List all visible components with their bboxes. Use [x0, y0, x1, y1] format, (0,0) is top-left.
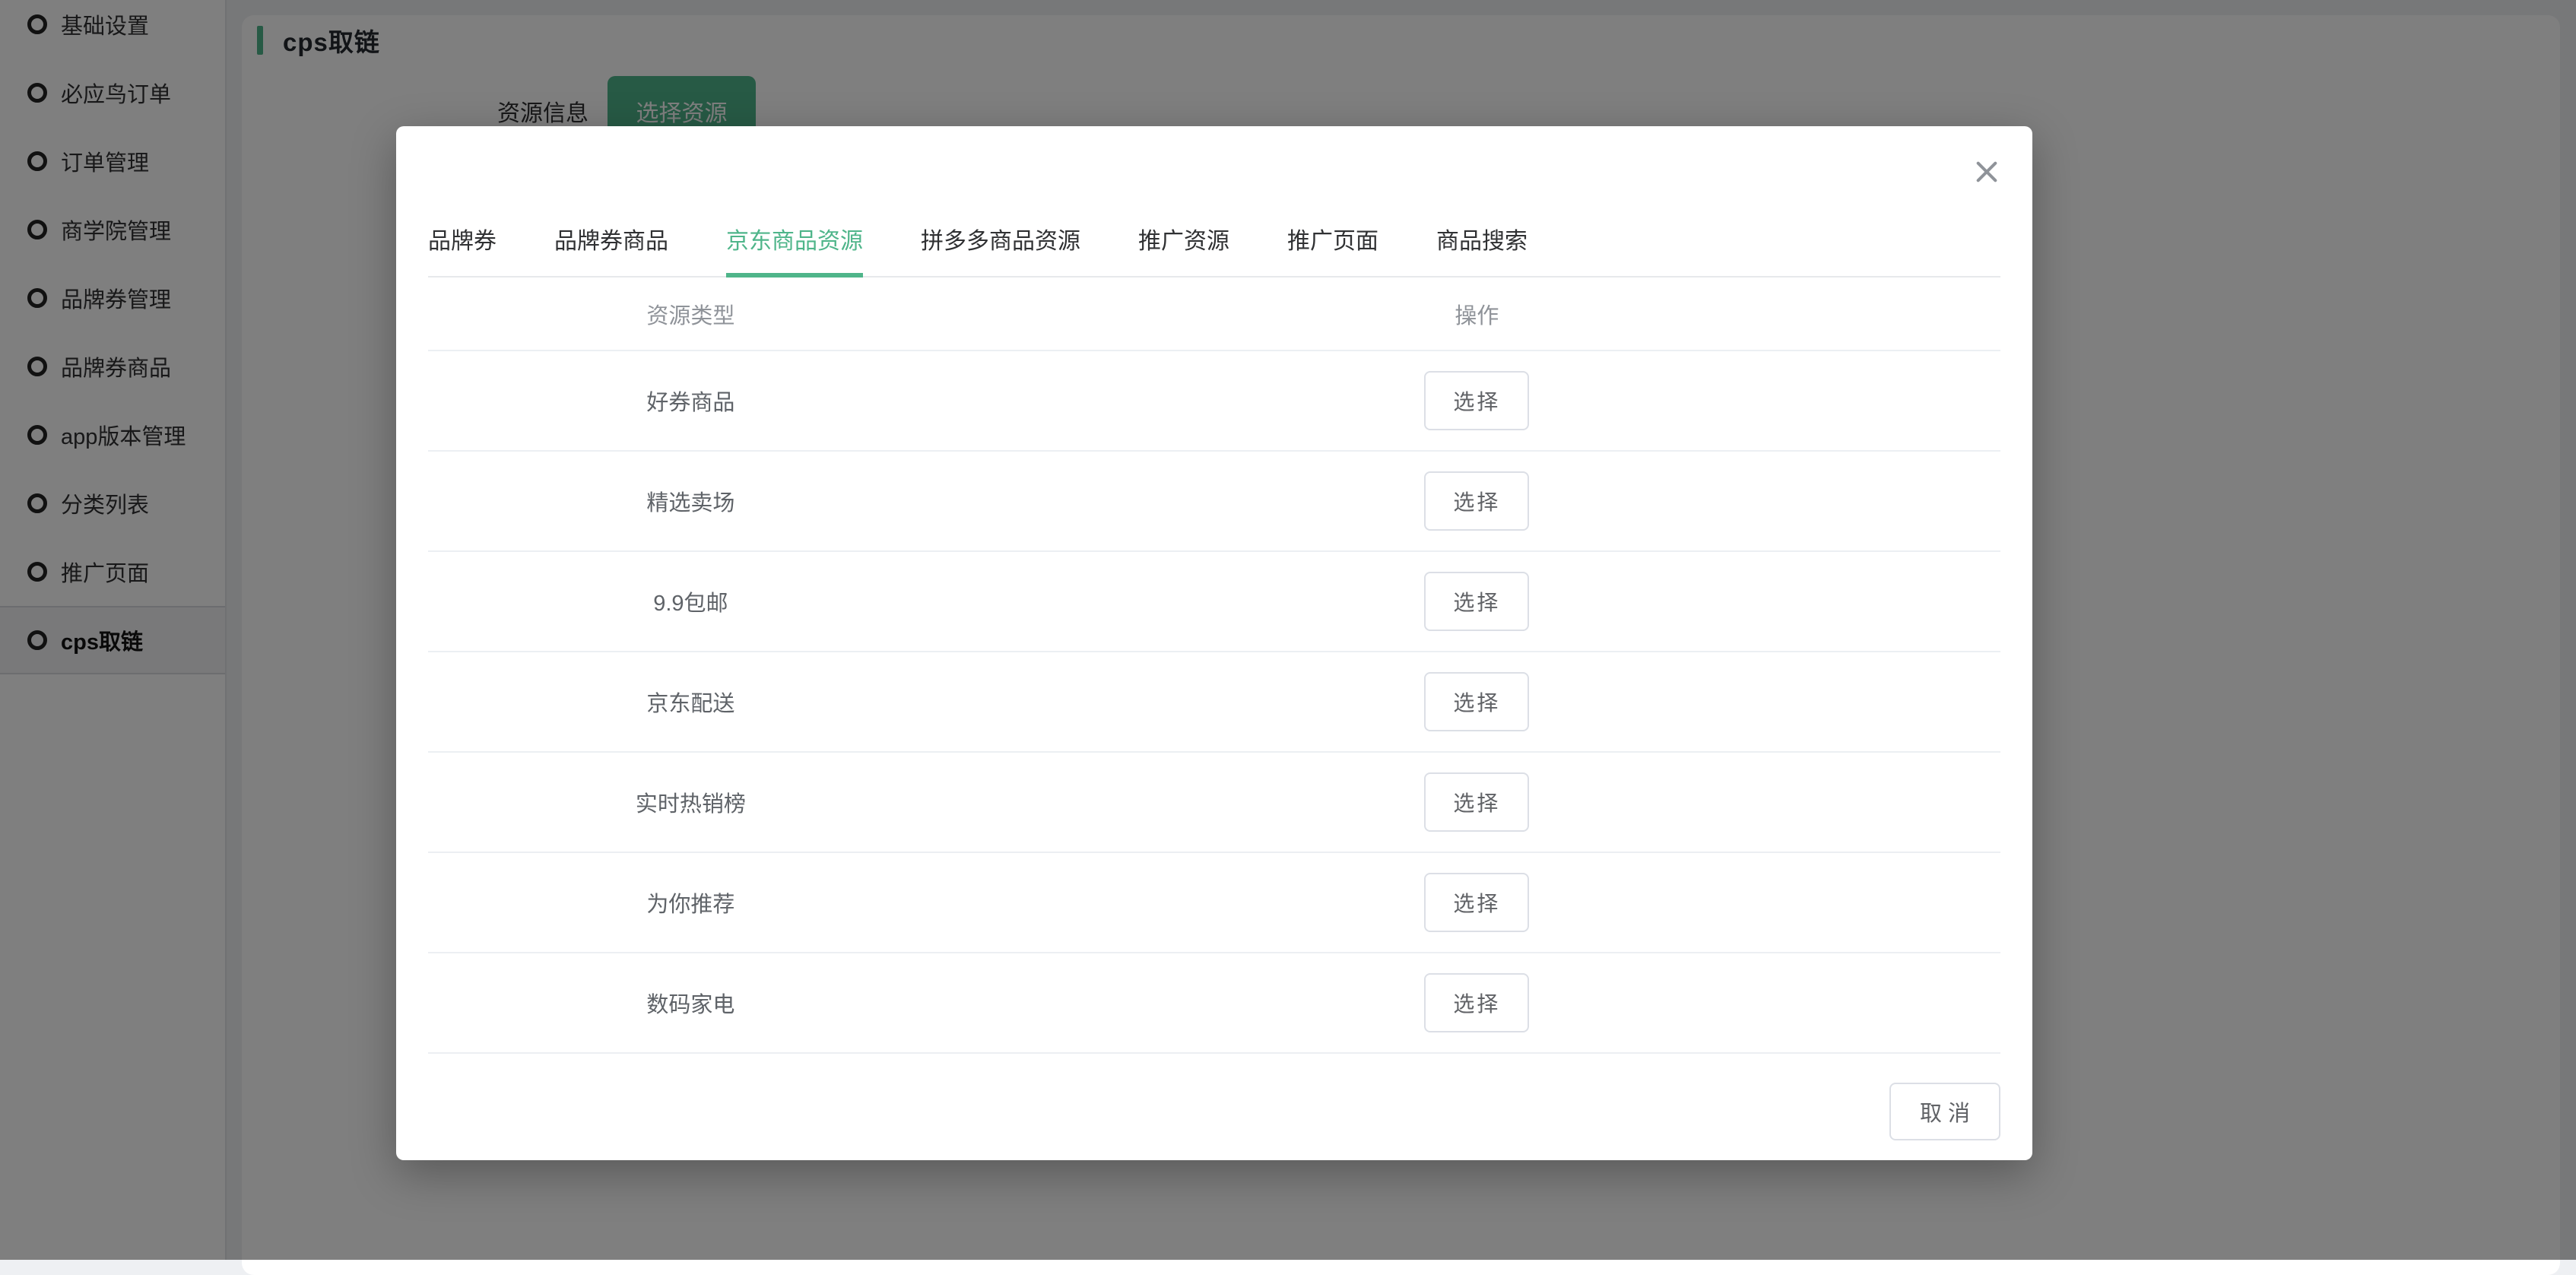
resource-table: 资源类型 操作 好券商品选择精选卖场选择9.9包邮选择京东配送选择实时热销榜选择…: [428, 278, 2000, 1054]
dialog-tab[interactable]: 商品搜索: [1436, 227, 1528, 276]
table-row: 为你推荐 选择: [428, 853, 2000, 953]
dialog-tab[interactable]: 品牌券商品: [554, 227, 668, 276]
column-header-resource-type: 资源类型: [428, 298, 953, 330]
action-cell: 选择: [953, 471, 2000, 531]
resource-type-cell: 京东配送: [428, 686, 953, 718]
resource-type-cell: 好券商品: [428, 385, 953, 417]
select-button[interactable]: 选择: [1424, 371, 1529, 430]
select-button[interactable]: 选择: [1424, 471, 1529, 531]
resource-type-cell: 精选卖场: [428, 485, 953, 517]
table-row: 实时热销榜 选择: [428, 753, 2000, 853]
dialog-tab[interactable]: 拼多多商品资源: [921, 227, 1080, 276]
dialog-tab[interactable]: 推广资源: [1138, 227, 1229, 276]
select-button[interactable]: 选择: [1424, 572, 1529, 631]
dialog-footer: 取 消: [428, 1083, 2000, 1140]
table-row: 精选卖场 选择: [428, 452, 2000, 552]
resource-type-cell: 实时热销榜: [428, 786, 953, 818]
close-icon[interactable]: [1972, 157, 2002, 187]
column-header-action: 操作: [953, 298, 2000, 330]
select-button[interactable]: 选择: [1424, 772, 1529, 832]
table-row: 好券商品 选择: [428, 351, 2000, 452]
action-cell: 选择: [953, 873, 2000, 932]
select-button[interactable]: 选择: [1424, 672, 1529, 731]
dialog-tab[interactable]: 品牌券: [428, 227, 496, 276]
resource-type-cell: 数码家电: [428, 987, 953, 1019]
action-cell: 选择: [953, 772, 2000, 832]
dialog-tab[interactable]: 京东商品资源: [726, 227, 863, 276]
resource-select-dialog: 品牌券 品牌券商品 京东商品资源 拼多多商品资源 推广资源 推广页面 商品搜索 资源类型 操…: [396, 126, 2032, 1160]
cancel-button[interactable]: 取 消: [1889, 1083, 2000, 1140]
action-cell: 选择: [953, 572, 2000, 631]
action-cell: 选择: [953, 371, 2000, 430]
select-button[interactable]: 选择: [1424, 973, 1529, 1032]
table-body: 好券商品选择精选卖场选择9.9包邮选择京东配送选择实时热销榜选择为你推荐选择数码…: [428, 351, 2000, 1054]
table-header-row: 资源类型 操作: [428, 278, 2000, 351]
resource-type-cell: 为你推荐: [428, 886, 953, 918]
resource-type-cell: 9.9包邮: [428, 585, 953, 617]
dialog-tab-bar: 品牌券 品牌券商品 京东商品资源 拼多多商品资源 推广资源 推广页面 商品搜索: [428, 227, 2000, 278]
table-row: 数码家电 选择: [428, 953, 2000, 1054]
action-cell: 选择: [953, 973, 2000, 1032]
select-button[interactable]: 选择: [1424, 873, 1529, 932]
action-cell: 选择: [953, 672, 2000, 731]
dialog-tab[interactable]: 推广页面: [1287, 227, 1378, 276]
table-row: 京东配送 选择: [428, 652, 2000, 753]
table-row: 9.9包邮 选择: [428, 552, 2000, 652]
